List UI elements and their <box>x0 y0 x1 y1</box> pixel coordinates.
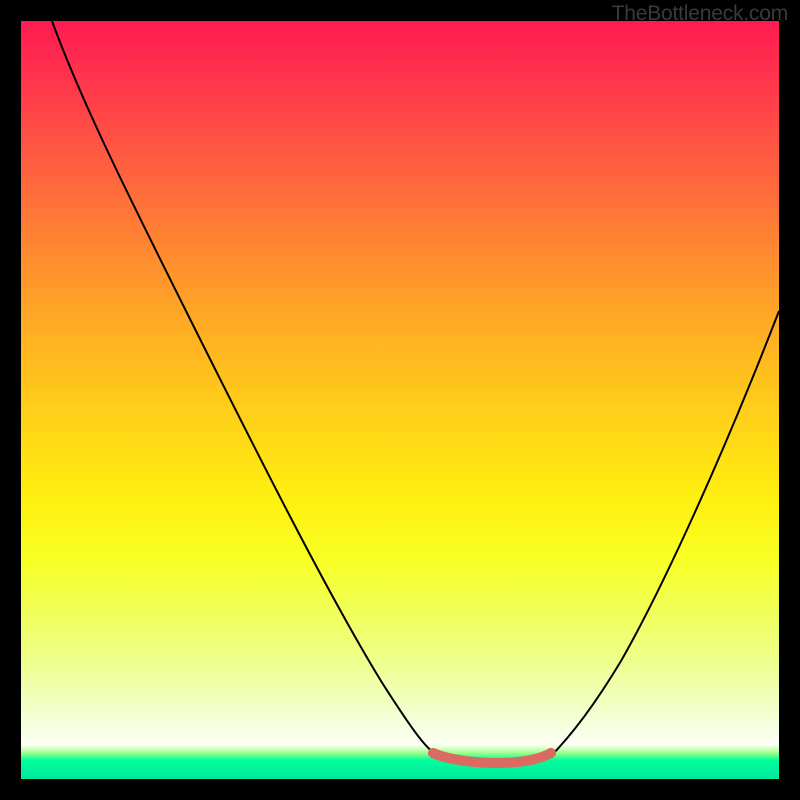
right-curve-line <box>549 311 779 758</box>
watermark-text: TheBottleneck.com <box>612 2 788 26</box>
band-left-endcap-icon <box>428 748 438 758</box>
left-curve-line <box>52 21 441 758</box>
chart-plot-area <box>21 21 779 779</box>
band-right-endcap-icon <box>546 748 556 758</box>
chart-svg <box>21 21 779 779</box>
bottom-band-line <box>433 753 551 763</box>
chart-container: TheBottleneck.com <box>0 0 800 800</box>
